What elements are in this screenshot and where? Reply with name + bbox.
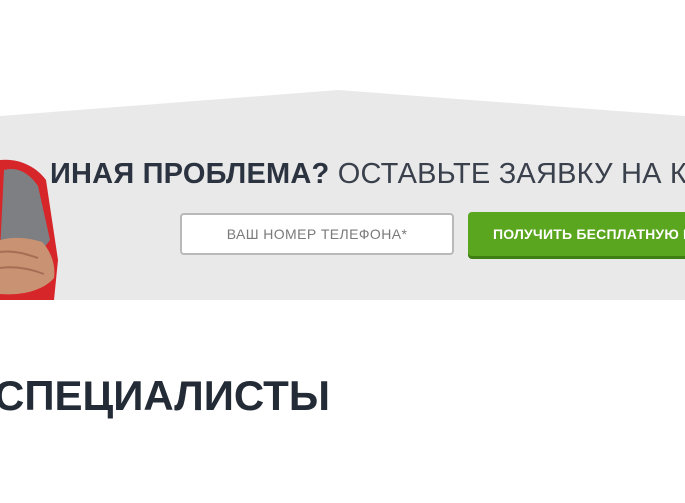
banner-headline: ИНАЯ ПРОБЛЕМА? ОСТАВЬТЕ ЗАЯВКУ НА КОНСУ xyxy=(50,158,685,191)
phone-input[interactable] xyxy=(180,213,454,255)
get-free-consultation-button[interactable]: ПОЛУЧИТЬ БЕСПЛАТНУЮ К xyxy=(468,212,685,256)
headline-strong: ИНАЯ ПРОБЛЕМА? xyxy=(50,158,330,190)
headline-text: ОСТАВЬТЕ ЗАЯВКУ НА КОНСУ xyxy=(337,158,685,190)
section-title: СПЕЦИАЛИСТЫ xyxy=(0,372,330,419)
